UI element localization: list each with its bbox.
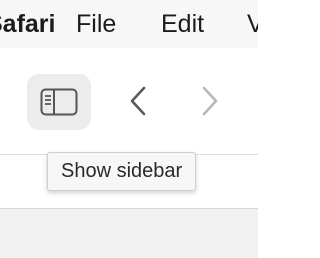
- safari-window: Safari File Edit View Show sidebar: [0, 0, 258, 258]
- chevron-left-icon[interactable]: [122, 84, 156, 118]
- toolbar: [0, 48, 258, 154]
- chevron-right-icon[interactable]: [192, 84, 226, 118]
- menu-edit[interactable]: Edit: [161, 10, 204, 39]
- sidebar-icon: [40, 88, 78, 116]
- page-content: [0, 209, 258, 258]
- show-sidebar-tooltip: Show sidebar: [47, 152, 197, 191]
- menu-view[interactable]: View: [247, 10, 258, 39]
- menu-app-name[interactable]: Safari: [0, 10, 55, 39]
- menu-file[interactable]: File: [76, 10, 116, 39]
- show-sidebar-button[interactable]: [27, 74, 91, 130]
- menu-bar: Safari File Edit View: [0, 0, 258, 48]
